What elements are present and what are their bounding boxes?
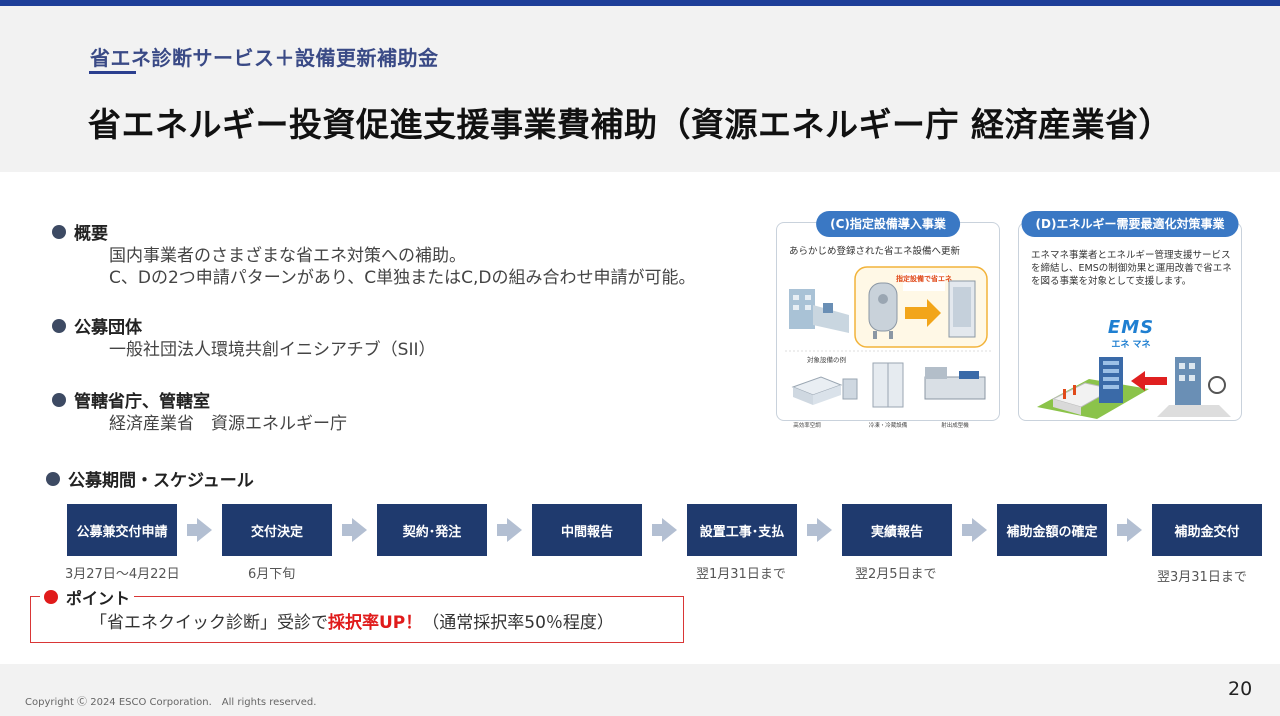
point-text-before: 「省エネクイック診断」受診で [90,613,328,633]
step-box: 公募兼交付申請 [67,504,177,556]
step-box: 設置工事･支払 [687,504,797,556]
step-box: 補助金額の確定 [997,504,1107,556]
step-box: 中間報告 [532,504,642,556]
section-heading: 公募期間・スケジュール [68,471,254,491]
point-emphasis: 採択率UP！ [328,613,423,633]
step-box: 補助金交付 [1152,504,1262,556]
section-heading: 公募団体 [74,318,142,338]
org-line: 一般社団法人環境共創イニシアチブ（SII） [109,340,436,360]
ministry-line: 経済産業省 資源エネルギー庁 [109,414,347,434]
subtitle-underline [89,71,136,74]
slide-title: 省エネルギー投資促進支援事業費補助（資源エネルギー庁 経済産業省） [88,105,1172,144]
step-date: 翌2月5日まで [855,567,937,582]
section-org: 公募団体 一般社団法人環境共創イニシアチブ（SII） [52,313,435,361]
step-date: 6月下旬 [248,567,296,582]
card-d-text: エネマネ事業者とエネルギー管理支援サービスを締結し、EMSの制御効果と運用改善で… [1031,250,1232,287]
slide-subtitle: 省エネ診断サービス＋設備更新補助金 [90,46,439,70]
bullet-icon [52,318,66,333]
red-dot-icon [44,590,58,604]
page-number: 20 [1228,678,1253,700]
point-label-text: ポイント [66,589,131,608]
examples-label: 対象設備の例 [807,355,846,364]
step-date: 3月27日～4月22日 [65,567,180,582]
arrow-right-icon [197,518,212,542]
arrow-tail [342,524,352,536]
arrow-right-icon [507,518,522,542]
card-c-title: (C)指定設備導入事業 [816,211,960,237]
bullet-icon [46,471,60,486]
section-heading: 概要 [74,224,108,244]
point-label: ポイント [40,585,135,609]
card-d: (D)エネルギー需要最適化対策事業 エネマネ事業者とエネルギー管理支援サービスを… [1018,211,1242,421]
ems-logo: EMS [1107,317,1155,338]
step-box: 実績報告 [842,504,952,556]
step-box: 交付決定 [222,504,332,556]
card-d-title: (D)エネルギー需要最適化対策事業 [1021,211,1239,237]
step-date: 翌1月31日まで [696,567,786,582]
section-overview: 概要 国内事業者のさまざまな省エネ対策への補助。 C、Dの2つ申請パターンがあり… [52,219,695,289]
equipment-illustration: 指定設備で省エネ 対象設備の例 高効率空調 冷凍・冷蔵設備 射出成型機 [785,266,991,429]
arrow-tail [652,524,662,536]
arrow-right-icon [1127,518,1142,542]
arrow-tail [187,524,197,536]
arrow-tail [962,524,972,536]
arrow-right-icon [352,518,367,542]
arrow-right-icon [817,518,832,542]
arrow-tail [807,524,817,536]
overview-line: C、Dの2つ申請パターンがあり、C単独またはC,Dの組み合わせ申請が可能。 [109,268,696,288]
slide-header [0,6,1280,172]
card-c: (C)指定設備導入事業 あらかじめ登録された省エネ設備へ更新 指定設備で省エネ … [776,211,1000,429]
point-text-after: （通常採択率50％程度） [422,613,614,633]
badge-label: 指定設備で省エネ [896,274,952,283]
arrow-tail [1117,524,1127,536]
slide-footer [0,664,1280,716]
section-ministry: 管轄省庁、管轄室 経済産業省 資源エネルギー庁 [52,387,347,435]
example-label: 射出成型機 [941,421,969,429]
overview-line: 国内事業者のさまざまな省エネ対策への補助。 [109,246,466,266]
section-schedule: 公募期間・スケジュール [46,466,254,491]
example-label: 冷凍・冷蔵設備 [869,421,908,429]
arrow-right-icon [662,518,677,542]
step-box: 契約･発注 [377,504,487,556]
ems-illustration [1037,357,1231,419]
step-date: 翌3月31日まで [1157,570,1247,585]
bullet-icon [52,224,66,239]
bullet-icon [52,392,66,407]
arrow-tail [497,524,507,536]
section-heading: 管轄省庁、管轄室 [74,392,210,412]
copyright: Copyright Ⓒ 2024 ESCO Corporation. All r… [25,697,317,708]
card-c-text: あらかじめ登録された省エネ設備へ更新 [789,246,961,257]
point-text: 「省エネクイック診断」受診で採択率UP！（通常採択率50％程度） [90,608,614,633]
example-label: 高効率空調 [793,421,821,429]
arrow-right-icon [972,518,987,542]
